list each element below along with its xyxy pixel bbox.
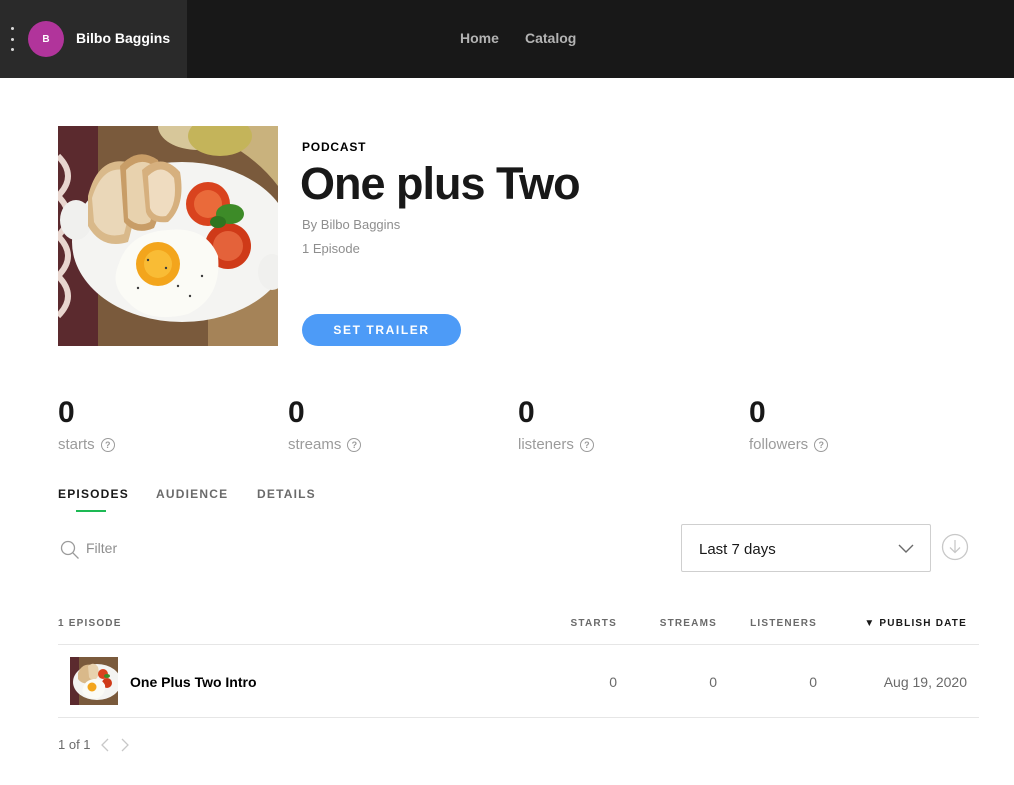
table-row[interactable]: One Plus Two Intro 0 0 0 Aug 19, 2020	[58, 645, 979, 717]
column-header-publish-date[interactable]: ▼ PUBLISH DATE	[864, 618, 967, 629]
stat-value: 0	[58, 396, 75, 429]
tab-episodes[interactable]: EPISODES	[58, 487, 129, 501]
stat-starts: 0 starts?	[58, 396, 115, 453]
user-menu[interactable]: B Bilbo Baggins	[0, 0, 187, 78]
episode-streams: 0	[709, 674, 717, 690]
podcast-byline: By Bilbo Baggins	[302, 217, 401, 232]
chevron-down-icon	[898, 544, 914, 553]
chevron-right-icon[interactable]	[119, 738, 131, 752]
stat-value: 0	[288, 396, 305, 429]
search-icon	[60, 540, 79, 559]
episode-title[interactable]: One Plus Two Intro	[130, 674, 257, 690]
episode-starts: 0	[609, 674, 617, 690]
podcast-episode-count: 1 Episode	[302, 241, 360, 256]
active-tab-indicator	[76, 510, 106, 512]
stat-value: 0	[749, 396, 766, 429]
question-circle-icon[interactable]: ?	[814, 437, 829, 452]
podcast-kicker: PODCAST	[302, 140, 367, 154]
column-header-streams[interactable]: STREAMS	[660, 618, 717, 629]
nav-catalog-link[interactable]: Catalog	[525, 30, 576, 46]
podcast-cover-image	[58, 126, 278, 346]
top-bar: B Bilbo Baggins Home Catalog	[0, 0, 1014, 78]
question-circle-icon[interactable]: ?	[100, 437, 115, 452]
question-circle-icon[interactable]: ?	[579, 437, 594, 452]
stat-label: starts	[58, 436, 95, 453]
pagination-label: 1 of 1	[58, 737, 91, 752]
stat-followers: 0 followers?	[749, 396, 829, 453]
stat-label: listeners	[518, 436, 574, 453]
episode-count-header: 1 EPISODE	[58, 618, 122, 629]
stat-value: 0	[518, 396, 535, 429]
stat-label: streams	[288, 436, 342, 453]
episode-publish-date: Aug 19, 2020	[883, 674, 967, 690]
tab-details[interactable]: DETAILS	[257, 487, 316, 501]
episode-listeners: 0	[809, 674, 817, 690]
avatar[interactable]: B	[28, 21, 64, 57]
chevron-left-icon[interactable]	[99, 738, 111, 752]
question-circle-icon[interactable]: ?	[347, 437, 362, 452]
column-header-listeners[interactable]: LISTENERS	[750, 618, 817, 629]
stat-streams: 0 streams?	[288, 396, 362, 453]
kebab-menu-icon[interactable]	[7, 27, 17, 51]
user-name[interactable]: Bilbo Baggins	[76, 30, 170, 46]
pagination: 1 of 1	[58, 737, 131, 752]
divider	[58, 717, 979, 718]
stat-label: followers	[749, 436, 809, 453]
nav-home-link[interactable]: Home	[460, 30, 499, 46]
filter-input[interactable]	[86, 536, 286, 560]
column-header-starts[interactable]: STARTS	[571, 618, 617, 629]
date-range-value: Last 7 days	[699, 541, 776, 558]
download-circle-icon[interactable]	[941, 533, 969, 561]
episode-thumbnail	[70, 657, 118, 705]
tab-audience[interactable]: AUDIENCE	[156, 487, 228, 501]
set-trailer-button[interactable]: SET TRAILER	[302, 314, 461, 346]
stat-listeners: 0 listeners?	[518, 396, 594, 453]
page-title: One plus Two	[300, 158, 581, 209]
date-range-select[interactable]: Last 7 days	[681, 524, 931, 572]
